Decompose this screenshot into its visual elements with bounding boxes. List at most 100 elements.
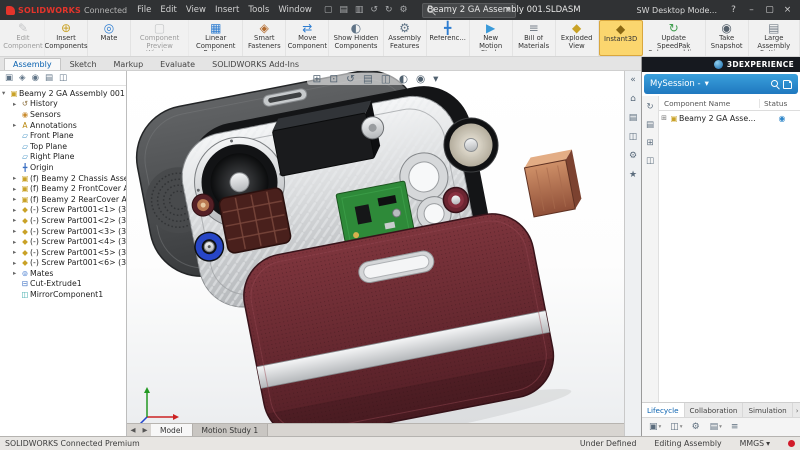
search-icon[interactable] bbox=[771, 80, 779, 88]
panel-toolbar-icon[interactable]: ◫ bbox=[59, 73, 67, 83]
my-session-bar[interactable]: MySession - ▾ bbox=[644, 74, 798, 94]
tree-item[interactable]: ▸ ↺ History bbox=[0, 99, 126, 110]
toolbar-icon[interactable]: ⚙ bbox=[399, 5, 407, 15]
close-button[interactable]: × bbox=[779, 5, 796, 15]
model-tab[interactable]: Motion Study 1 bbox=[193, 424, 269, 436]
tree-item[interactable]: ▸ ▣ (f) Beamy 2 FrontCover A... bbox=[0, 183, 126, 194]
ribbon-button[interactable]: ◆ Instant3D bbox=[599, 20, 643, 56]
tree-item[interactable]: ◫ MirrorComponent1 bbox=[0, 289, 126, 300]
tab-scroll-right-icon[interactable]: ▶ bbox=[139, 424, 151, 436]
tree-item[interactable]: ▸ ◆ (-) Screw Part001<6> (3.7... bbox=[0, 258, 126, 269]
task-pane-icon[interactable]: ▤ bbox=[629, 113, 638, 123]
session-tab[interactable]: Lifecycle bbox=[642, 403, 685, 417]
session-rail-icon[interactable]: ⊞ bbox=[646, 138, 653, 148]
session-tab[interactable]: Collaboration bbox=[685, 403, 744, 417]
ribbon-button[interactable]: ▦ Linear Component Pattern bbox=[189, 20, 243, 56]
menu-item[interactable]: Insert bbox=[215, 5, 239, 15]
tree-item[interactable]: ▸ ◆ (-) Screw Part001<2> (3.7... bbox=[0, 215, 126, 226]
tree-item[interactable]: ▸ ◆ (-) Screw Part001<1> (3.7... bbox=[0, 205, 126, 216]
expand-caret-icon[interactable]: ▸ bbox=[13, 174, 20, 182]
view-toolbar-icon[interactable]: ◐ bbox=[399, 73, 408, 85]
task-pane-icon[interactable]: ⌂ bbox=[630, 94, 636, 104]
task-pane-icon[interactable]: ⚙ bbox=[629, 151, 637, 161]
session-tree-row[interactable]: ⊞ ▣ Beamy 2 GA Asse... ◉ bbox=[659, 111, 800, 125]
ribbon-button[interactable]: ◈ Smart Fasteners bbox=[243, 20, 286, 56]
ribbon-button[interactable]: ✎ Edit Component bbox=[2, 20, 45, 56]
tree-item[interactable]: ▾ ▣ Beamy 2 GA Assembly 001 (D... bbox=[0, 88, 126, 99]
session-rail-icon[interactable]: ◫ bbox=[646, 156, 654, 166]
tree-item[interactable]: ▱ Right Plane bbox=[0, 152, 126, 163]
ribbon-button[interactable]: ↻ Update SpeedPak Subassemblies bbox=[643, 20, 706, 56]
chevron-down-icon[interactable]: ▾ bbox=[705, 79, 709, 89]
expand-caret-icon[interactable]: ▸ bbox=[13, 216, 20, 224]
panel-toolbar-icon[interactable]: ▤ bbox=[45, 73, 53, 83]
ribbon-button[interactable]: ▶ New Motion Study bbox=[470, 20, 513, 56]
command-tab[interactable]: Assembly bbox=[4, 58, 61, 70]
ribbon-button[interactable]: ◎ Mate bbox=[88, 20, 131, 56]
expand-caret-icon[interactable]: ▸ bbox=[13, 259, 20, 267]
tree-item[interactable]: ▸ ▣ (f) Beamy 2 RearCover As... bbox=[0, 194, 126, 205]
expand-caret-icon[interactable]: ▸ bbox=[13, 238, 20, 246]
session-footer-icon[interactable]: ▤▾ bbox=[710, 422, 722, 432]
panel-toolbar-icon[interactable]: ◉ bbox=[32, 73, 39, 83]
command-tab[interactable]: Evaluate bbox=[152, 59, 203, 70]
view-toolbar-icon[interactable]: ⊡ bbox=[329, 73, 338, 85]
component-name-header[interactable]: Component Name bbox=[659, 99, 760, 108]
command-tab[interactable]: SOLIDWORKS Add-Ins bbox=[204, 59, 307, 70]
tabs-overflow-icon[interactable]: › bbox=[793, 403, 800, 417]
expand-caret-icon[interactable]: ▸ bbox=[13, 195, 20, 203]
toolbar-icon[interactable]: ▢ bbox=[324, 5, 333, 15]
task-pane-icon[interactable]: ◫ bbox=[629, 132, 638, 142]
menu-item[interactable]: Window bbox=[278, 5, 312, 15]
panel-toolbar-icon[interactable]: ◈ bbox=[19, 73, 26, 83]
toolbar-icon[interactable]: ▤ bbox=[339, 5, 348, 15]
expand-caret-icon[interactable]: ▸ bbox=[13, 121, 20, 129]
tree-item[interactable]: ╋ Origin bbox=[0, 162, 126, 173]
ribbon-button[interactable]: ⊕ Insert Components bbox=[45, 20, 88, 56]
graphics-area[interactable]: ⊞⊡↺▤◫◐◉▾ bbox=[127, 71, 624, 423]
session-rail-icon[interactable]: ↻ bbox=[646, 102, 653, 112]
ribbon-button[interactable]: ⚙ Assembly Features bbox=[384, 20, 427, 56]
copper-block-part[interactable] bbox=[523, 149, 583, 216]
ribbon-button[interactable]: ▤ Large Assembly Settings bbox=[749, 20, 800, 56]
view-toolbar-icon[interactable]: ▤ bbox=[363, 73, 373, 85]
units-selector[interactable]: MMGS ▾ bbox=[740, 439, 770, 448]
expand-caret-icon[interactable]: ▸ bbox=[13, 269, 20, 277]
toolbar-icon[interactable]: ↺ bbox=[370, 5, 378, 15]
desktop-mode-label[interactable]: SW Desktop Mode... bbox=[637, 6, 718, 15]
menu-item[interactable]: File bbox=[137, 5, 151, 15]
ribbon-button[interactable]: ◉ Take Snapshot bbox=[706, 20, 749, 56]
expand-caret-icon[interactable]: ▸ bbox=[13, 100, 20, 108]
session-footer-icon[interactable]: ◫▾ bbox=[670, 422, 682, 432]
task-pane-icon[interactable]: ★ bbox=[629, 170, 637, 180]
tree-item[interactable]: ▸ ⊚ Mates bbox=[0, 268, 126, 279]
menu-item[interactable]: View bbox=[186, 5, 206, 15]
menu-item[interactable]: Tools bbox=[248, 5, 269, 15]
ribbon-button[interactable]: ⇄ Move Component bbox=[286, 20, 329, 56]
tab-scroll-left-icon[interactable]: ◀ bbox=[127, 424, 139, 436]
tree-item[interactable]: ▸ ◆ (-) Screw Part001<3> (3.7... bbox=[0, 226, 126, 237]
help-button[interactable]: ? bbox=[725, 5, 742, 15]
tree-item[interactable]: ▱ Top Plane bbox=[0, 141, 126, 152]
tree-item[interactable]: ▸ ◆ (-) Screw Part001<5> (3.7... bbox=[0, 247, 126, 258]
tree-item[interactable]: ⊟ Cut-Extrude1 bbox=[0, 279, 126, 290]
expand-icon[interactable]: ⊞ bbox=[659, 114, 669, 122]
view-toolbar-icon[interactable]: ↺ bbox=[346, 73, 355, 85]
session-tab[interactable]: Simulation bbox=[743, 403, 792, 417]
toolbar-icon[interactable]: ↻ bbox=[385, 5, 393, 15]
session-footer-icon[interactable]: ⚙ bbox=[692, 422, 701, 432]
tree-item[interactable]: ▱ Front Plane bbox=[0, 130, 126, 141]
tree-item[interactable]: ▸ ▣ (f) Beamy 2 Chassis Asse... bbox=[0, 173, 126, 184]
menu-item[interactable]: Edit bbox=[160, 5, 176, 15]
expand-caret-icon[interactable]: ▸ bbox=[13, 185, 20, 193]
expand-caret-icon[interactable]: ▸ bbox=[13, 227, 20, 235]
session-footer-icon[interactable]: ≡ bbox=[731, 422, 740, 432]
tree-item[interactable]: ▸ A Annotations bbox=[0, 120, 126, 131]
tree-item[interactable]: ◉ Sensors bbox=[0, 109, 126, 120]
view-toolbar-icon[interactable]: ◫ bbox=[381, 73, 391, 85]
task-pane-icon[interactable]: « bbox=[630, 75, 636, 85]
panel-toolbar-icon[interactable]: ▣ bbox=[5, 73, 13, 83]
expand-caret-icon[interactable]: ▾ bbox=[2, 89, 9, 97]
maximize-button[interactable]: ▢ bbox=[761, 5, 778, 15]
model-tab[interactable]: Model bbox=[151, 424, 193, 436]
